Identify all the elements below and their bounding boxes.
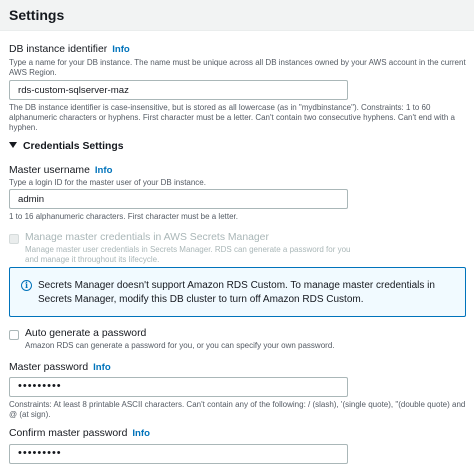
- confirm-password-label-text: Confirm master password: [9, 428, 128, 439]
- auto-generate-password-description: Amazon RDS can generate a password for y…: [25, 341, 335, 350]
- master-username-description: Type a login ID for the master user of y…: [9, 178, 206, 187]
- secrets-manager-label: Manage master credentials in AWS Secrets…: [25, 232, 269, 243]
- master-password-info-link[interactable]: Info: [93, 362, 111, 373]
- db-identifier-info-link[interactable]: Info: [112, 44, 130, 55]
- secrets-manager-checkbox[interactable]: [9, 234, 19, 244]
- master-password-label-text: Master password: [9, 362, 89, 373]
- settings-header: Settings: [0, 0, 474, 31]
- auto-generate-password-label: Auto generate a password: [25, 328, 147, 339]
- caret-down-icon: [9, 142, 17, 148]
- master-password-label: Master password Info: [9, 362, 111, 373]
- db-identifier-constraint: The DB instance identifier is case-insen…: [9, 103, 455, 132]
- db-identifier-label: DB instance identifier Info: [9, 44, 130, 55]
- master-username-info-link[interactable]: Info: [95, 165, 113, 176]
- master-username-constraint: 1 to 16 alphanumeric characters. First c…: [9, 212, 238, 221]
- secrets-manager-description: Manage master user credentials in Secret…: [25, 245, 351, 264]
- master-username-label-text: Master username: [9, 165, 90, 176]
- confirm-password-label: Confirm master password Info: [9, 428, 150, 439]
- info-circle-icon: i: [21, 280, 32, 291]
- settings-panel: Settings DB instance identifier Info Type…: [0, 0, 474, 471]
- confirm-password-input[interactable]: •••••••••: [9, 444, 348, 464]
- master-password-constraint: Constraints: At least 8 printable ASCII …: [9, 400, 466, 419]
- alert-message: Secrets Manager doesn't support Amazon R…: [38, 280, 435, 305]
- auto-generate-password-checkbox[interactable]: [9, 330, 19, 340]
- credentials-section-toggle[interactable]: Credentials Settings: [9, 141, 123, 152]
- secrets-manager-info-alert: i Secrets Manager doesn't support Amazon…: [9, 267, 466, 317]
- confirm-password-info-link[interactable]: Info: [132, 428, 150, 439]
- master-username-label: Master username Info: [9, 165, 112, 176]
- db-identifier-label-text: DB instance identifier: [9, 44, 108, 55]
- credentials-section-title: Credentials Settings: [23, 141, 124, 152]
- master-username-input[interactable]: admin: [9, 189, 348, 209]
- db-identifier-description: Type a name for your DB instance. The na…: [9, 58, 466, 77]
- master-password-input[interactable]: •••••••••: [9, 377, 348, 397]
- page-title: Settings: [9, 7, 65, 23]
- db-identifier-input[interactable]: rds-custom-sqlserver-maz: [9, 80, 348, 100]
